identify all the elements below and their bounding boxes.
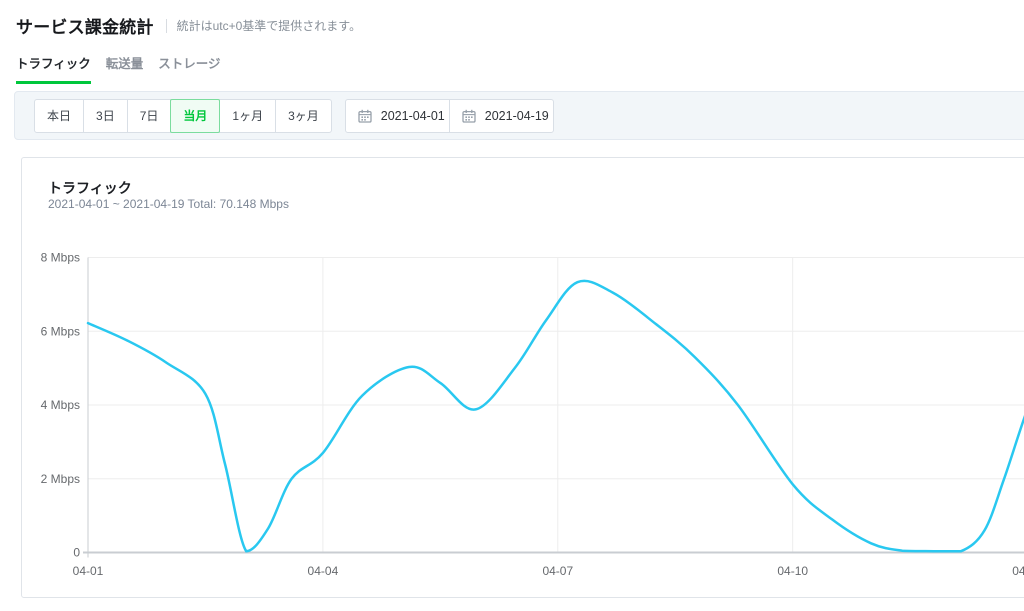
- date-range-button-group: 本日 3日 7日 当月 1ヶ月 3ヶ月: [34, 99, 332, 133]
- tab-traffic[interactable]: トラフィック: [16, 53, 91, 84]
- svg-text:04-01: 04-01: [73, 564, 104, 578]
- title-separator: [166, 19, 167, 33]
- tab-transfer[interactable]: 転送量: [106, 53, 144, 84]
- date-to-value: 2021-04-19: [485, 109, 549, 123]
- svg-text:2 Mbps: 2 Mbps: [41, 472, 80, 486]
- range-button-7days[interactable]: 7日: [127, 99, 172, 133]
- range-button-3months[interactable]: 3ヶ月: [275, 99, 332, 133]
- date-to-field[interactable]: 2021-04-19: [449, 99, 554, 133]
- service-billing-stats-page: { "page": { "title": "サービス課金統計", "subtit…: [0, 0, 1024, 611]
- page-header: サービス課金統計 統計はutc+0基準で提供されます。: [16, 13, 361, 38]
- range-button-today[interactable]: 本日: [34, 99, 84, 133]
- svg-text:04-04: 04-04: [308, 564, 339, 578]
- traffic-chart-card: トラフィック 2021-04-01 ~ 2021-04-19 Total: 70…: [21, 157, 1024, 598]
- calendar-icon: [462, 109, 476, 123]
- traffic-series-line: [88, 281, 1024, 551]
- range-button-1month[interactable]: 1ヶ月: [219, 99, 276, 133]
- svg-text:8 Mbps: 8 Mbps: [41, 251, 80, 265]
- calendar-icon: [358, 109, 372, 123]
- svg-text:04-10: 04-10: [777, 564, 808, 578]
- date-from-field[interactable]: 2021-04-01: [345, 99, 450, 133]
- page-subtitle: 統計はutc+0基準で提供されます。: [177, 17, 362, 34]
- date-picker-group: 2021-04-01 2021-04-19: [345, 99, 554, 133]
- svg-text:04-13: 04-13: [1012, 564, 1024, 578]
- svg-text:0: 0: [73, 546, 80, 560]
- svg-text:04-07: 04-07: [542, 564, 573, 578]
- page-title: サービス課金統計: [16, 13, 154, 38]
- filter-toolbar: 本日 3日 7日 当月 1ヶ月 3ヶ月 2021-04-01: [14, 91, 1024, 140]
- tab-storage[interactable]: ストレージ: [158, 53, 220, 84]
- date-from-value: 2021-04-01: [381, 109, 445, 123]
- svg-text:6 Mbps: 6 Mbps: [41, 324, 80, 338]
- svg-text:4 Mbps: 4 Mbps: [41, 398, 80, 412]
- traffic-line-chart[interactable]: 0 2 Mbps 4 Mbps 6 Mbps 8 Mbps 04-01 04-04 04-07…: [22, 158, 1024, 596]
- stats-tabs: トラフィック 転送量 ストレージ: [16, 53, 221, 84]
- range-button-current-month[interactable]: 当月: [170, 99, 220, 133]
- range-button-3days[interactable]: 3日: [83, 99, 128, 133]
